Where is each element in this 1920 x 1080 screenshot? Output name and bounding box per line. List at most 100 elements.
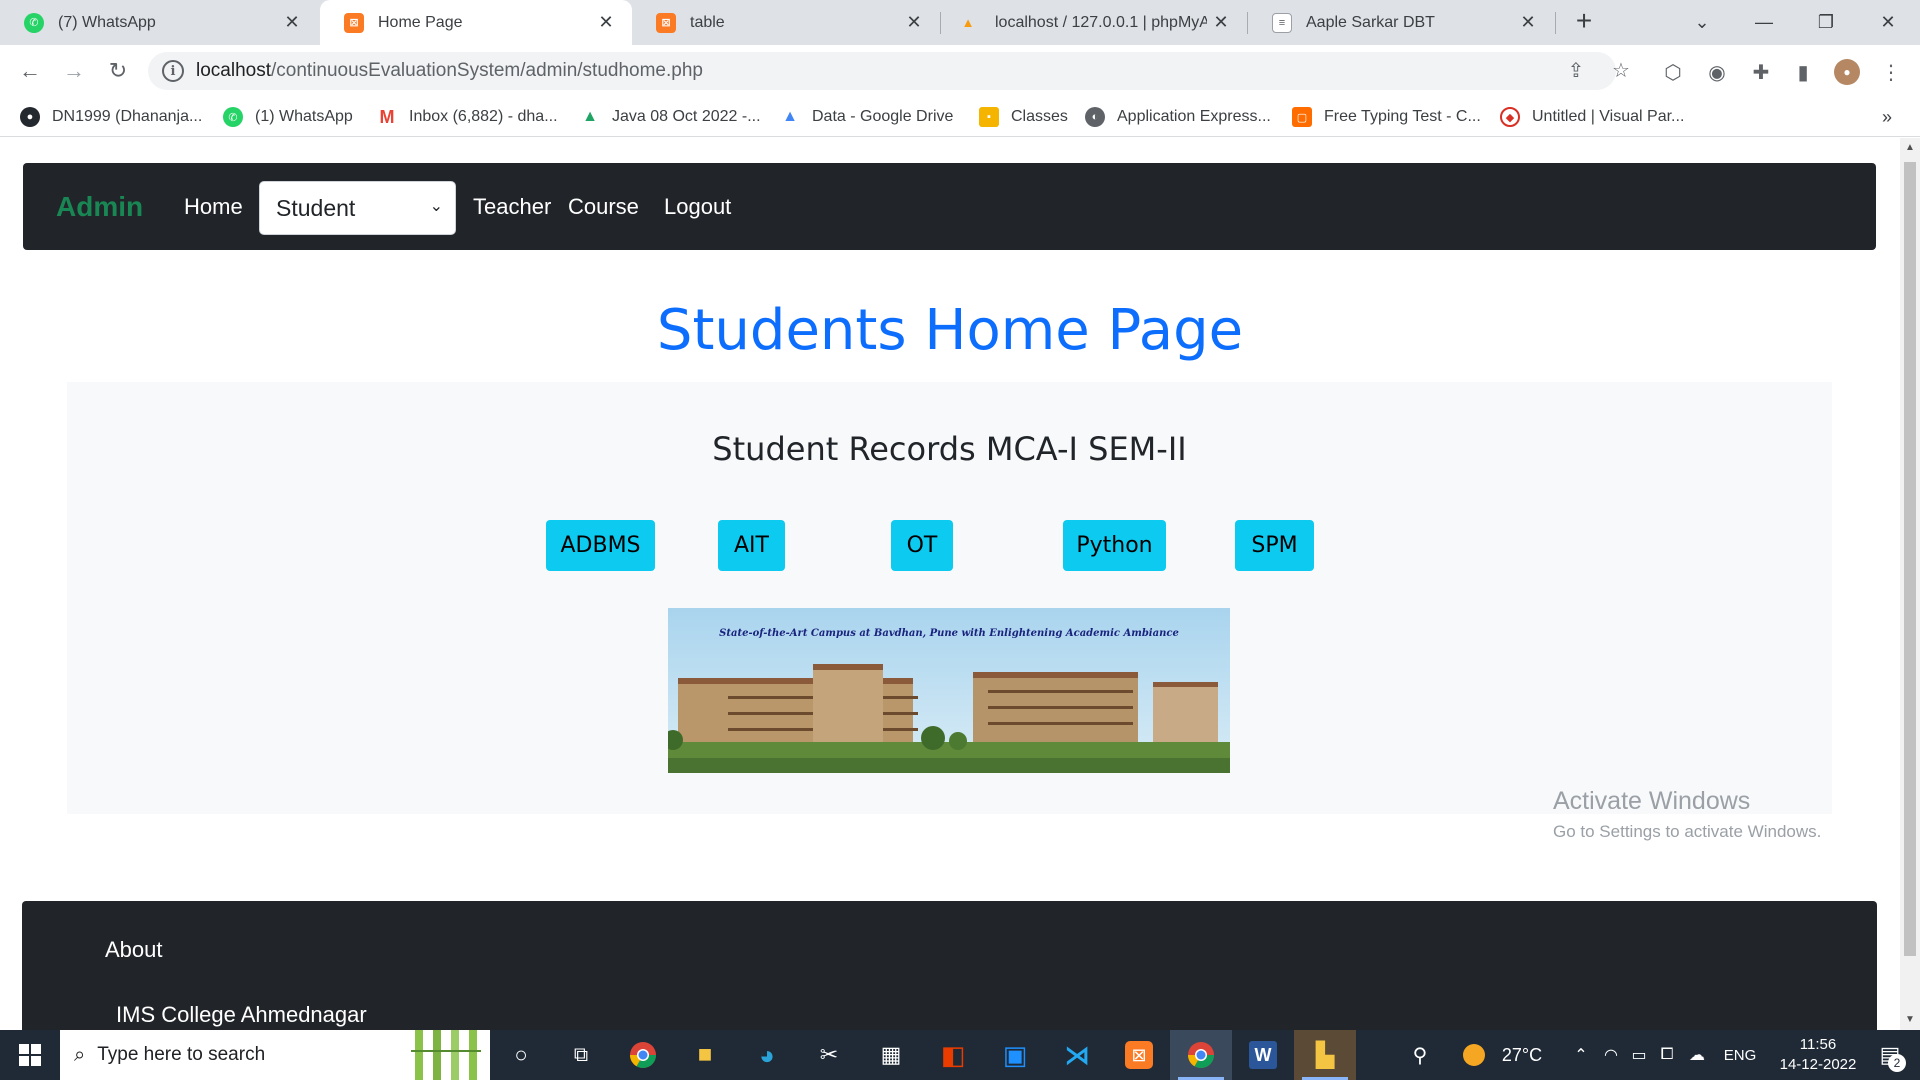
scrollbar-thumb[interactable]	[1904, 162, 1916, 956]
bookmark-application-express[interactable]: ◐ Application Express...	[1085, 97, 1271, 137]
store-icon: ▦	[880, 1042, 902, 1067]
profile-avatar[interactable]: ●	[1834, 59, 1860, 85]
share-icon[interactable]: ⇪	[1564, 59, 1588, 83]
clock[interactable]: 11:56 14-12-2022	[1768, 1030, 1868, 1080]
extension-grammarly-icon[interactable]: ◉	[1704, 59, 1730, 85]
close-icon[interactable]: ✕	[1207, 12, 1235, 33]
tray-chevron-up-icon[interactable]: ⌃	[1568, 1030, 1594, 1080]
scroll-up-arrow-icon[interactable]: ▲	[1900, 138, 1920, 158]
subject-button-ot[interactable]: OT	[891, 520, 953, 571]
extensions-puzzle-icon[interactable]: ✚	[1748, 59, 1774, 85]
watermark-line-1: Activate Windows	[1553, 787, 1751, 815]
taskbar-word[interactable]: W	[1232, 1030, 1294, 1080]
nav-logout-link[interactable]: Logout	[664, 194, 731, 220]
site-info-icon[interactable]: i	[162, 60, 184, 82]
taskbar-file-manager[interactable]: ▙	[1294, 1030, 1356, 1080]
notification-center-button[interactable]: ▤ 2	[1868, 1030, 1912, 1080]
page-scrollbar[interactable]: ▲ ▼	[1900, 138, 1920, 1030]
taskbar-chrome-active[interactable]	[1170, 1030, 1232, 1080]
new-tab-button[interactable]: +	[1568, 6, 1600, 38]
navbar-brand[interactable]: Admin	[56, 191, 143, 223]
bookmark-star-icon[interactable]: ☆	[1609, 59, 1633, 83]
tab-aaple-sarkar[interactable]: ≡ Aaple Sarkar DBT ✕	[1248, 0, 1554, 45]
taskbar-snipping[interactable]: ✂	[798, 1030, 860, 1080]
globe-icon: ◐	[1085, 107, 1105, 127]
nav-course-link[interactable]: Course	[568, 194, 639, 220]
site-navbar: Admin Home Student ⌄ Teacher Course Logo…	[23, 163, 1876, 250]
taskbar-file-explorer[interactable]: ■	[674, 1030, 736, 1080]
wifi-icon[interactable]: ◠	[1598, 1030, 1624, 1080]
bookmark-github[interactable]: ● DN1999 (Dhananja...	[20, 97, 202, 137]
battery-icon[interactable]: ▭	[1626, 1030, 1652, 1080]
nav-teacher-link[interactable]: Teacher	[473, 194, 551, 220]
taskbar-office[interactable]: ◧	[922, 1030, 984, 1080]
bookmark-label: Free Typing Test - C...	[1324, 108, 1481, 125]
close-icon[interactable]: ✕	[1514, 12, 1542, 33]
task-view-button[interactable]: ○	[490, 1030, 552, 1080]
menu-kebab-icon[interactable]: ⋮	[1878, 59, 1904, 85]
onedrive-cloud-icon[interactable]: ☁	[1682, 1030, 1712, 1080]
window-close-button[interactable]: ✕	[1860, 0, 1916, 45]
taskbar-vscode[interactable]: ⋊	[1046, 1030, 1108, 1080]
site-footer: About IMS College Ahmednagar	[22, 901, 1877, 1030]
tab-title: table	[690, 13, 725, 31]
scroll-down-arrow-icon[interactable]: ▼	[1900, 1010, 1920, 1030]
bookmark-whatsapp[interactable]: ✆ (1) WhatsApp	[223, 97, 353, 137]
forward-button[interactable]: →	[56, 53, 92, 89]
taskview-icon: ⧉	[573, 1043, 589, 1066]
extension-cube-icon[interactable]: ⬡	[1660, 59, 1686, 85]
language-indicator[interactable]: ENG	[1718, 1030, 1762, 1080]
display-icon[interactable]: ⧠	[1654, 1030, 1680, 1080]
tab-whatsapp[interactable]: ✆ (7) WhatsApp ✕	[0, 0, 318, 45]
subject-button-adbms[interactable]: ADBMS	[546, 520, 655, 571]
subject-button-python[interactable]: Python	[1063, 520, 1166, 571]
weather-sun-icon[interactable]	[1460, 1030, 1488, 1080]
weather-temperature[interactable]: 27°C	[1492, 1030, 1552, 1080]
bookmark-gmail[interactable]: M Inbox (6,882) - dha...	[377, 97, 558, 137]
subject-button-spm[interactable]: SPM	[1235, 520, 1314, 571]
close-icon[interactable]: ✕	[592, 12, 620, 33]
subject-button-ait[interactable]: AIT	[718, 520, 785, 571]
taskbar-chrome[interactable]	[612, 1030, 674, 1080]
close-icon[interactable]: ✕	[278, 12, 306, 33]
app-window-icon: ▣	[1002, 1039, 1028, 1070]
people-icon[interactable]: ⚲	[1400, 1030, 1440, 1080]
bookmark-visual-paradigm[interactable]: ◆ Untitled | Visual Par...	[1500, 97, 1684, 137]
word-icon: W	[1249, 1041, 1277, 1069]
tab-phpmyadmin[interactable]: ▲ localhost / 127.0.0.1 | phpMyA ✕	[941, 0, 1247, 45]
side-panel-icon[interactable]: ▮	[1790, 59, 1816, 85]
office-icon: ◧	[940, 1039, 966, 1070]
taskbar-store[interactable]: ▦	[860, 1030, 922, 1080]
xampp-icon: ⊠	[1125, 1041, 1153, 1069]
nav-home-link[interactable]: Home	[184, 194, 243, 220]
url-path: /continuousEvaluationSystem/admin/studho…	[271, 60, 703, 81]
visual-paradigm-icon: ◆	[1500, 107, 1520, 127]
windows-start-button[interactable]	[0, 1030, 60, 1080]
xampp-icon: ⊠	[344, 12, 364, 33]
restore-button[interactable]: ❐	[1798, 0, 1854, 45]
back-button[interactable]: ←	[12, 53, 48, 89]
close-icon[interactable]: ✕	[900, 12, 928, 33]
tab-search-chevron-icon[interactable]: ⌄	[1674, 0, 1730, 45]
taskbar-app-blue[interactable]: ▣	[984, 1030, 1046, 1080]
taskbar-search-box[interactable]: ⌕ Type here to search	[60, 1030, 490, 1080]
activate-windows-watermark: Activate Windows Go to Settings to activ…	[1553, 787, 1821, 842]
tab-home-page[interactable]: ⊠ Home Page ✕	[320, 0, 632, 45]
tab-table[interactable]: ⊠ table ✕	[632, 0, 940, 45]
bookmark-typing-test[interactable]: ▢ Free Typing Test - C...	[1292, 97, 1481, 137]
taskbar-xampp[interactable]: ⊠	[1108, 1030, 1170, 1080]
bookmark-classes[interactable]: ▪ Classes	[979, 97, 1068, 137]
bookmark-label: Classes	[1011, 108, 1068, 125]
task-view-icon[interactable]: ⧉	[550, 1030, 612, 1080]
footer-college-name: IMS College Ahmednagar	[116, 1002, 367, 1027]
address-bar[interactable]: i localhost/continuousEvaluationSystem/a…	[148, 52, 1630, 90]
bookmark-google-drive[interactable]: ▲ Data - Google Drive	[780, 97, 953, 137]
student-select[interactable]: Student ⌄	[259, 181, 456, 235]
taskbar-edge[interactable]: ◕	[736, 1030, 798, 1080]
bamboo-decoration-icon	[411, 1030, 481, 1080]
bookmark-java[interactable]: ▲ Java 08 Oct 2022 -...	[580, 97, 760, 137]
clock-time: 11:56	[1799, 1036, 1837, 1053]
minimize-button[interactable]: —	[1736, 0, 1792, 45]
bookmarks-overflow-icon[interactable]: »	[1882, 97, 1892, 137]
reload-button[interactable]: ↻	[100, 53, 136, 89]
